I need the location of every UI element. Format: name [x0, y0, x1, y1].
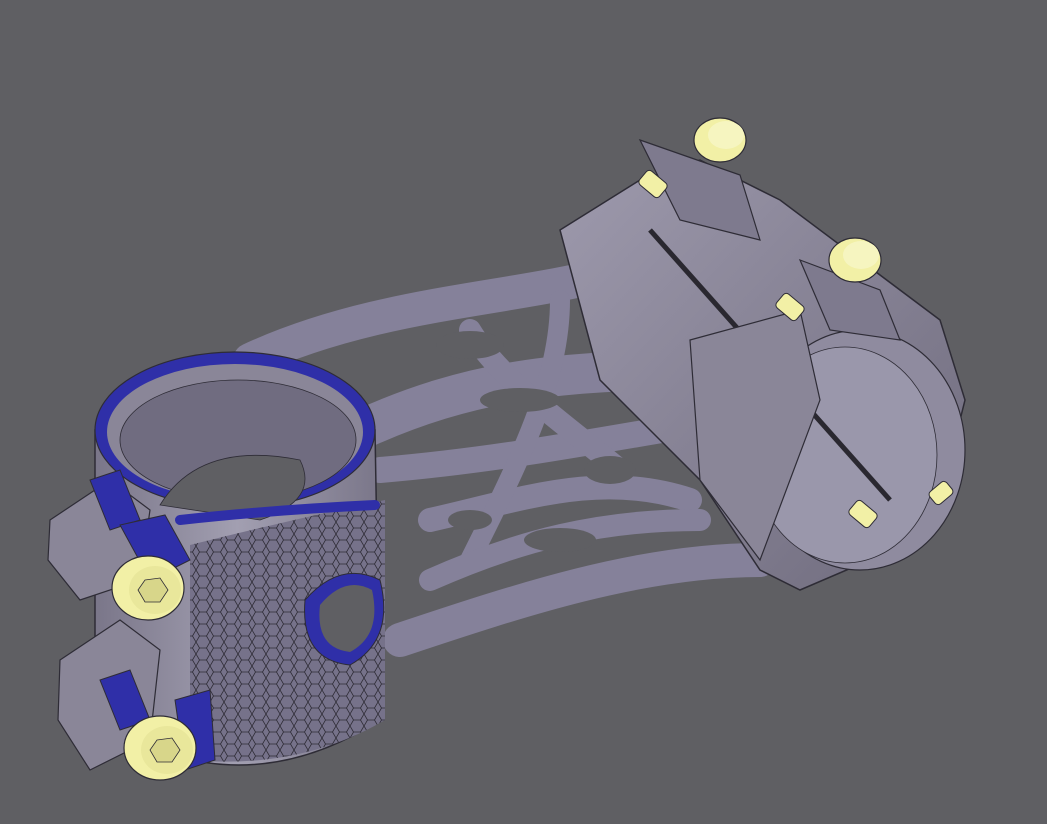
cad-3d-viewport[interactable] — [0, 0, 1047, 824]
bolt-head-icon — [693, 117, 747, 163]
bolt-head-icon — [828, 237, 882, 283]
stem-model — [47, 117, 966, 781]
hex-socket-bolt-icon — [123, 715, 197, 781]
hex-socket-bolt-icon — [111, 555, 185, 621]
